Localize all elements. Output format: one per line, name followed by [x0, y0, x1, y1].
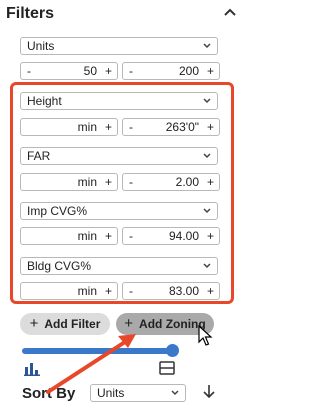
arrow-down-icon[interactable] [202, 384, 216, 399]
units-max-input[interactable]: - 200 + [122, 62, 220, 80]
filters-title: Filters [6, 5, 55, 22]
units-min-value: 50 [83, 64, 97, 78]
bldg-cvg-filter-label: Bldg CVG% [27, 259, 92, 273]
height-min-input[interactable]: min + [20, 118, 118, 136]
imp-cvg-max-decrement[interactable]: - [129, 228, 133, 244]
imp-cvg-max-input[interactable]: - 94.00 + [122, 227, 220, 245]
bar-chart-icon[interactable] [24, 362, 40, 376]
far-filter-select[interactable]: FAR [20, 147, 218, 165]
units-max-increment[interactable]: + [207, 63, 214, 79]
bldg-cvg-filter-select[interactable]: Bldg CVG% [20, 257, 218, 275]
height-max-value: 263'0" [165, 120, 199, 134]
chevron-down-icon [203, 208, 211, 214]
height-max-decrement[interactable]: - [129, 119, 133, 135]
height-filter-label: Height [27, 94, 62, 108]
bldg-cvg-max-increment[interactable]: + [207, 283, 214, 299]
chevron-down-icon [203, 98, 211, 104]
units-max-decrement[interactable]: - [129, 63, 133, 79]
far-max-increment[interactable]: + [207, 174, 214, 190]
units-filter-label: Units [27, 39, 55, 53]
bldg-cvg-min-value: min [77, 284, 97, 298]
far-min-value: min [77, 175, 97, 189]
far-max-input[interactable]: - 2.00 + [122, 173, 220, 191]
imp-cvg-min-input[interactable]: min + [20, 227, 118, 245]
slider-handle[interactable] [166, 344, 179, 357]
far-max-value: 2.00 [175, 175, 199, 189]
far-min-increment[interactable]: + [105, 174, 112, 190]
bldg-cvg-max-value: 83.00 [168, 284, 199, 298]
bldg-cvg-max-decrement[interactable]: - [129, 283, 133, 299]
height-filter-select[interactable]: Height [20, 92, 218, 110]
bldg-cvg-min-input[interactable]: min + [20, 282, 118, 300]
imp-cvg-filter-label: Imp CVG% [27, 204, 88, 218]
chevron-down-icon [203, 263, 211, 269]
imp-cvg-min-increment[interactable]: + [105, 228, 112, 244]
bldg-cvg-max-input[interactable]: - 83.00 + [122, 282, 220, 300]
cursor-icon [198, 325, 213, 346]
plus-icon: + [29, 315, 39, 332]
imp-cvg-max-increment[interactable]: + [207, 228, 214, 244]
units-min-increment[interactable]: + [105, 63, 112, 79]
height-max-input[interactable]: - 263'0" + [122, 118, 220, 136]
height-min-increment[interactable]: + [105, 119, 112, 135]
units-min-decrement[interactable]: - [27, 63, 31, 79]
units-max-value: 200 [178, 64, 199, 78]
table-icon[interactable] [159, 361, 175, 375]
chevron-down-icon [203, 43, 211, 49]
imp-cvg-min-value: min [77, 229, 97, 243]
far-max-decrement[interactable]: - [129, 174, 133, 190]
annotation-arrow [46, 334, 136, 394]
chevron-down-icon [203, 153, 211, 159]
chevron-up-icon[interactable] [220, 3, 240, 23]
bldg-cvg-min-increment[interactable]: + [105, 283, 112, 299]
units-min-input[interactable]: - 50 + [20, 62, 118, 80]
units-filter-select[interactable]: Units [20, 37, 218, 55]
height-max-increment[interactable]: + [207, 119, 214, 135]
height-min-value: min [77, 120, 97, 134]
far-min-input[interactable]: min + [20, 173, 118, 191]
imp-cvg-max-value: 94.00 [168, 229, 199, 243]
imp-cvg-filter-select[interactable]: Imp CVG% [20, 202, 218, 220]
chevron-down-icon [171, 390, 179, 396]
far-filter-label: FAR [27, 149, 51, 163]
